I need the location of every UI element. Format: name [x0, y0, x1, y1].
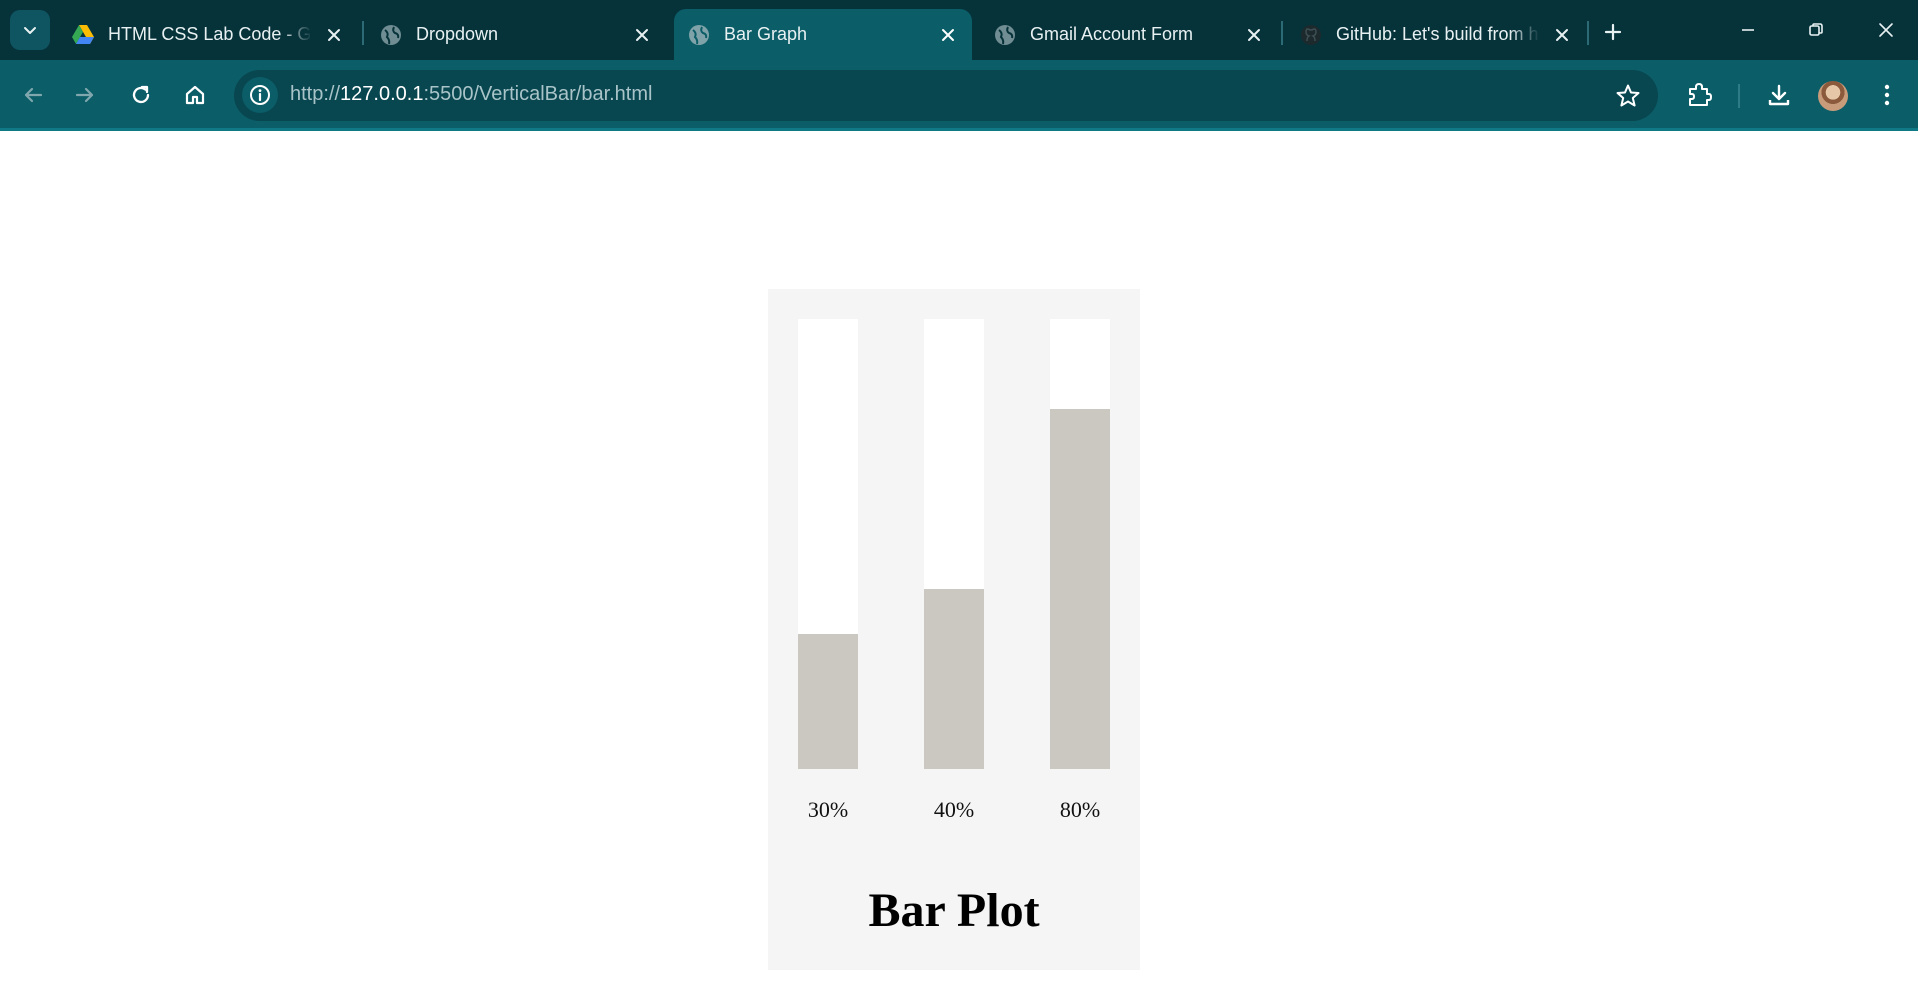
chevron-down-icon	[24, 27, 36, 34]
close-icon	[1879, 23, 1893, 37]
globe-icon	[994, 24, 1016, 46]
arrow-left-icon	[24, 87, 43, 103]
url-scheme: http://	[290, 83, 341, 105]
bar-label: 30%	[807, 797, 849, 822]
plus-icon	[1604, 23, 1622, 41]
puzzle-icon	[1689, 83, 1712, 106]
bookmark-button[interactable]	[1614, 82, 1642, 110]
address-bar[interactable]: http://127.0.0.1:5500/VerticalBar/bar.ht…	[234, 70, 1658, 121]
close-icon[interactable]	[630, 23, 654, 47]
home-button[interactable]	[176, 76, 214, 114]
toolbar: http://127.0.0.1:5500/VerticalBar/bar.ht…	[0, 60, 1918, 131]
url-path: :5500/VerticalBar/bar.html	[423, 83, 653, 105]
tab-gmail-account-form[interactable]: Gmail Account Form	[980, 9, 1278, 60]
bar-fill	[924, 589, 984, 769]
close-icon[interactable]	[1550, 23, 1574, 47]
profile-avatar[interactable]	[1818, 81, 1848, 111]
globe-icon	[380, 24, 402, 46]
bar-track	[798, 319, 858, 769]
bar-plot-card: Bar Plot 30% 40% 80%	[768, 289, 1140, 970]
tab-strip: HTML CSS Lab Code - Go Dropdown Bar Grap…	[0, 0, 1918, 60]
tab-title: Bar Graph	[724, 24, 808, 44]
star-icon	[1616, 84, 1640, 107]
reload-button[interactable]	[122, 76, 160, 114]
tab-separator	[1281, 21, 1283, 45]
tab-separator	[1587, 21, 1589, 45]
close-icon[interactable]	[1242, 23, 1266, 47]
extensions-button[interactable]	[1680, 76, 1718, 114]
bar-fill	[798, 634, 858, 769]
plot-title: Bar Plot	[868, 884, 1040, 937]
github-icon	[1300, 24, 1322, 46]
home-icon	[185, 85, 205, 105]
restore-icon	[1809, 23, 1823, 36]
tab-title: HTML CSS Lab Code - Go	[108, 24, 312, 44]
bar-fill	[1050, 409, 1110, 769]
tab-html-css-lab[interactable]: HTML CSS Lab Code - Go	[58, 9, 358, 60]
reload-icon	[132, 85, 150, 104]
minimize-icon	[1742, 29, 1754, 31]
bar-label: 40%	[933, 797, 975, 822]
bar-track	[924, 319, 984, 769]
google-drive-icon	[72, 24, 94, 46]
tab-separator	[362, 21, 364, 45]
download-icon	[1768, 84, 1790, 106]
bar-label: 80%	[1059, 797, 1101, 822]
minimize-button[interactable]	[1726, 12, 1770, 48]
close-icon[interactable]	[936, 23, 960, 47]
tab-github[interactable]: GitHub: Let's build from h	[1286, 9, 1586, 60]
forward-button[interactable]	[66, 76, 104, 114]
browser-chrome: HTML CSS Lab Code - Go Dropdown Bar Grap…	[0, 0, 1918, 131]
tab-title: Dropdown	[416, 24, 499, 44]
url-host: 127.0.0.1	[340, 83, 424, 105]
tab-dropdown[interactable]: Dropdown	[366, 9, 666, 60]
back-button[interactable]	[14, 76, 52, 114]
tab-bar-graph[interactable]: Bar Graph	[674, 9, 972, 60]
info-icon	[250, 85, 270, 105]
url-text[interactable]: http://127.0.0.1:5500/VerticalBar/bar.ht…	[290, 83, 652, 106]
toolbar-separator	[1738, 84, 1740, 108]
menu-button[interactable]	[1868, 76, 1906, 114]
site-info-button[interactable]	[242, 77, 278, 113]
close-window-button[interactable]	[1864, 12, 1908, 48]
bar-track	[1050, 319, 1110, 769]
new-tab-button[interactable]	[1597, 16, 1629, 48]
tab-search-button[interactable]	[10, 10, 50, 50]
globe-icon	[688, 24, 710, 46]
arrow-right-icon	[75, 87, 94, 103]
downloads-button[interactable]	[1760, 76, 1798, 114]
kebab-menu-icon	[1884, 84, 1890, 106]
chrome-border	[0, 128, 1918, 131]
tab-title: Gmail Account Form	[1030, 24, 1194, 44]
restore-button[interactable]	[1794, 12, 1838, 48]
tab-title: GitHub: Let's build from h	[1336, 24, 1539, 44]
close-icon[interactable]	[322, 23, 346, 47]
